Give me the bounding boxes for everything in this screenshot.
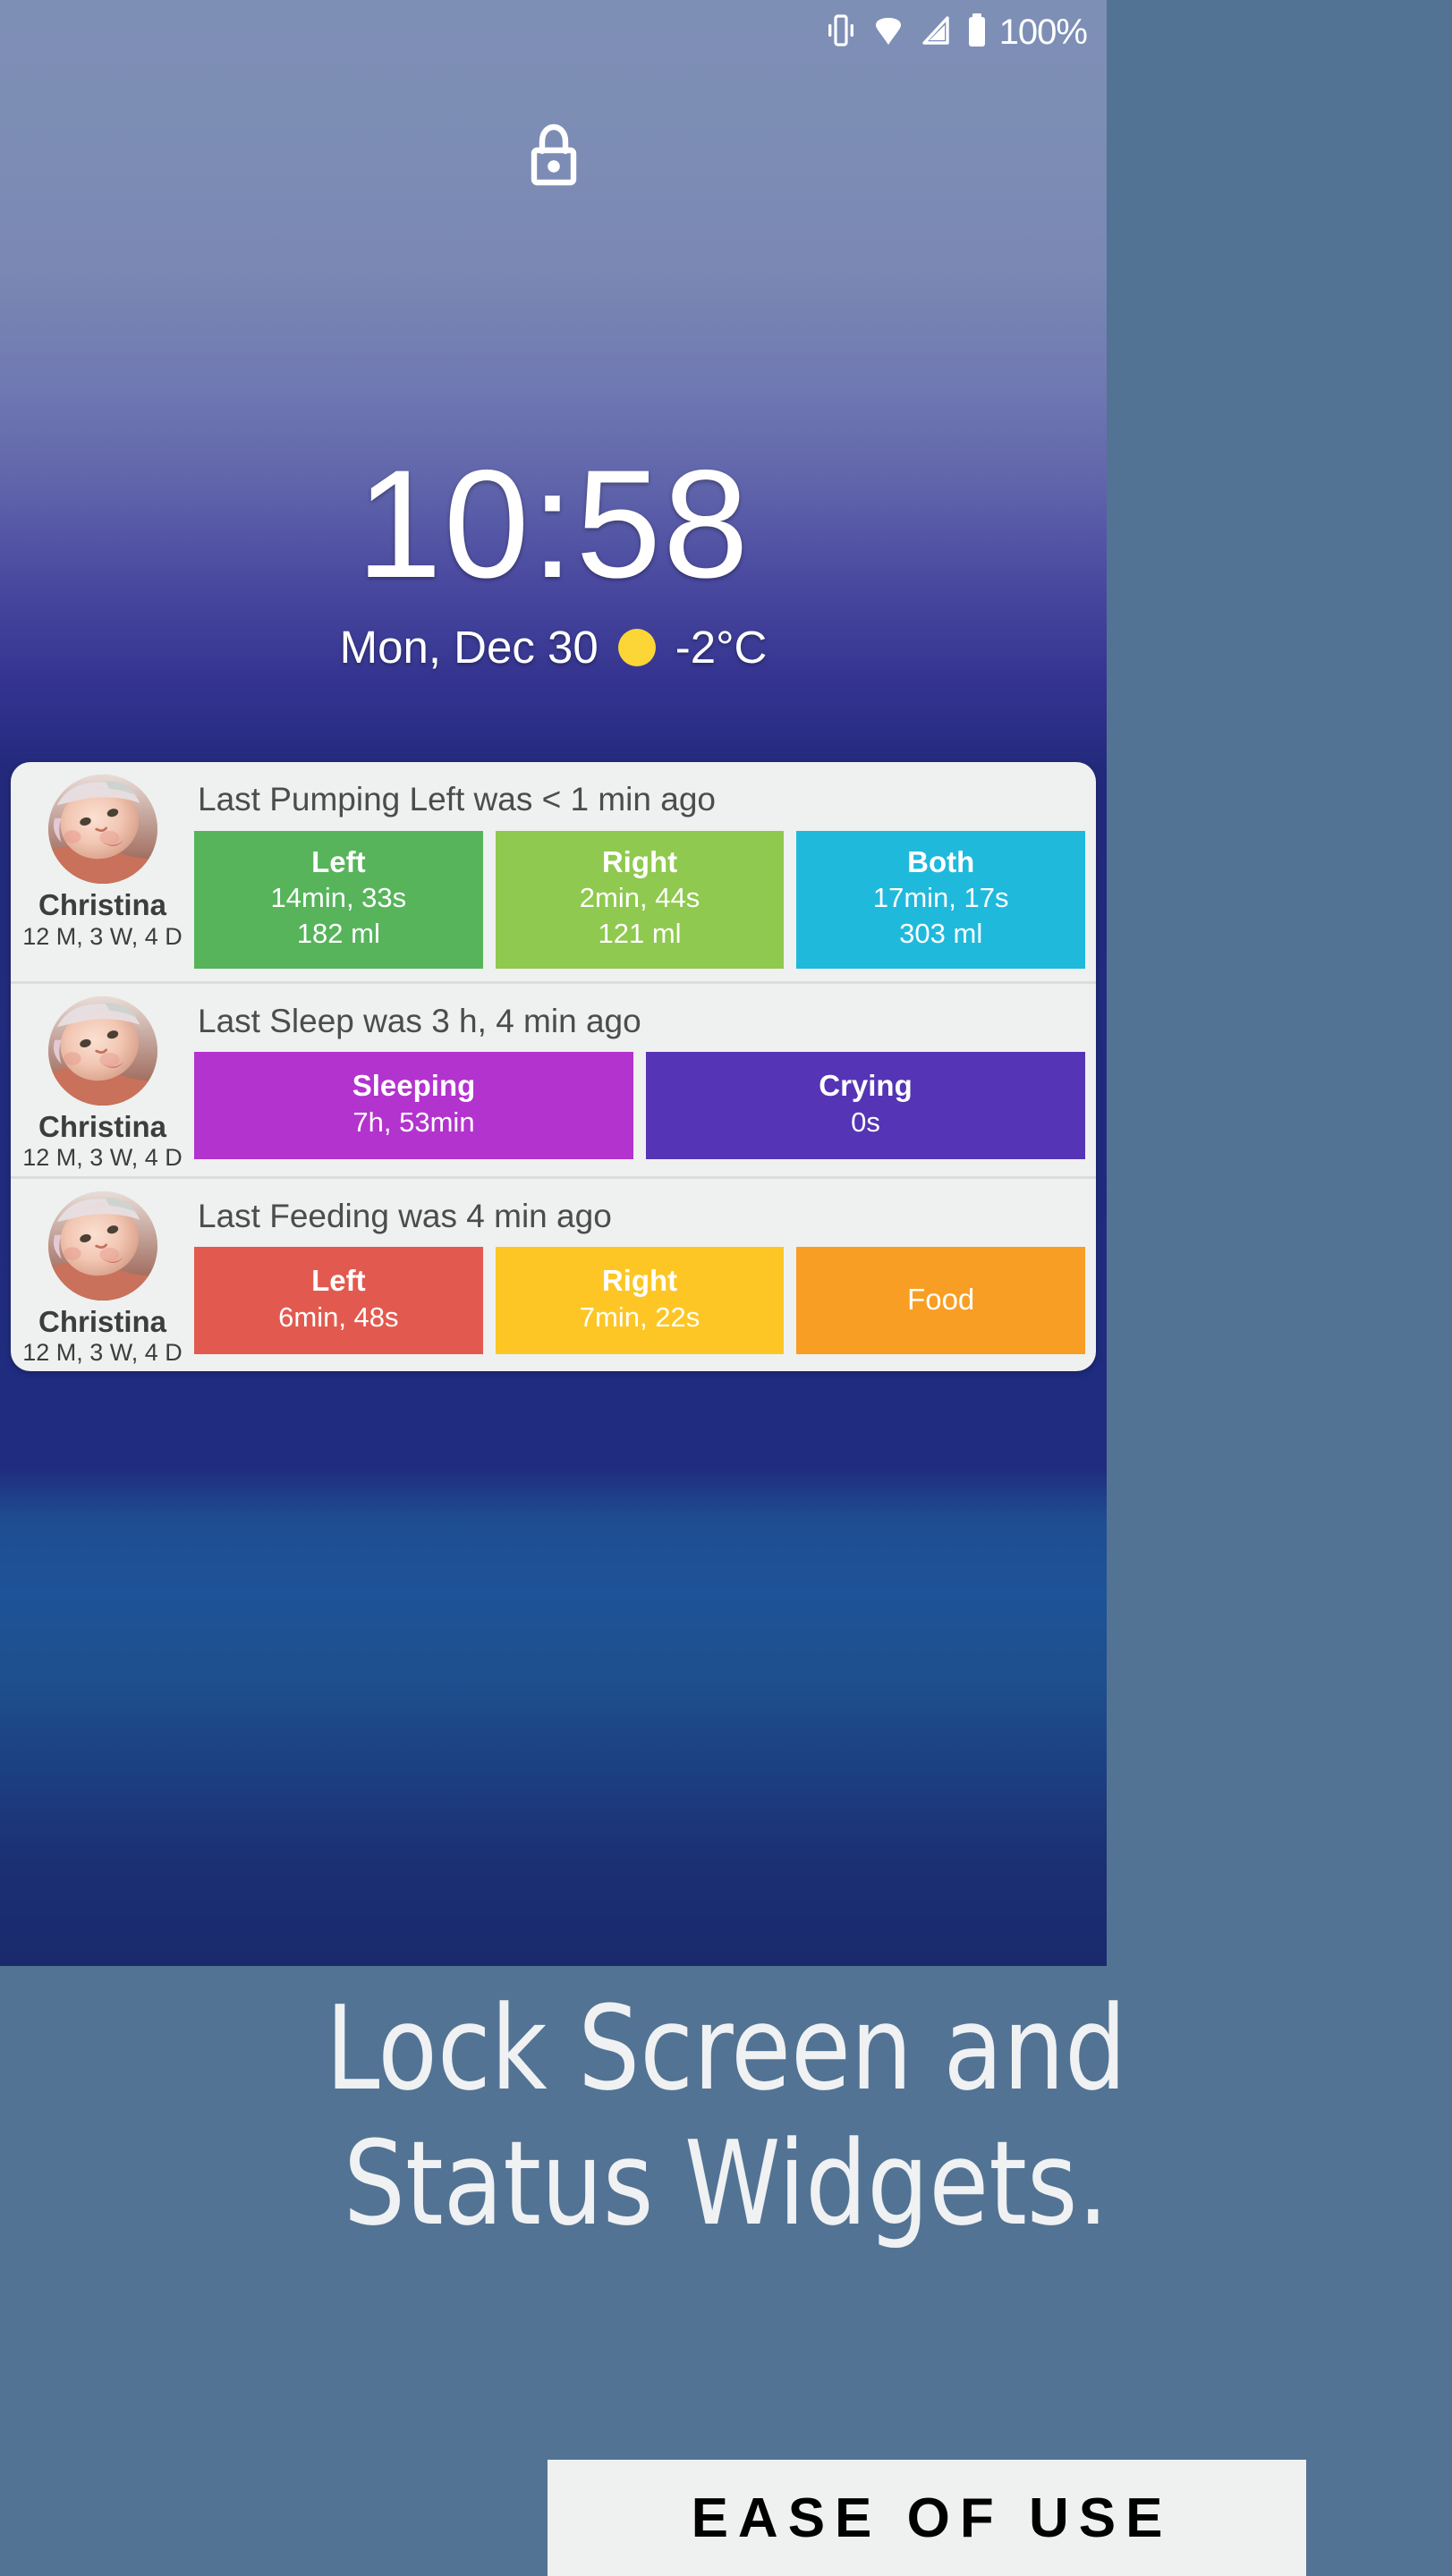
tile-label: Left <box>311 844 366 878</box>
tile-value-secondary: 303 ml <box>899 918 983 950</box>
tile-label: Crying <box>819 1069 913 1103</box>
avatar[interactable] <box>47 775 157 884</box>
widget-tile-group: Sleeping 7h, 53min Crying 0s <box>194 1052 1085 1172</box>
widget-tile[interactable]: Food <box>796 1247 1086 1355</box>
caption-line-2: Status Widgets. <box>343 2114 1109 2251</box>
child-age: 12 M, 3 W, 4 D <box>22 1339 183 1367</box>
clock-area: 10:58 Mon, Dec 30 -2°C <box>0 447 1107 674</box>
ease-of-use-badge: EASE OF USE <box>548 2460 1306 2576</box>
status-bar: 100% <box>0 0 1107 64</box>
widget-row-title: Last Pumping Left was < 1 min ago <box>198 781 716 818</box>
tile-value-secondary: 182 ml <box>296 918 380 950</box>
widget-row[interactable]: Christina 12 M, 3 W, 4 D Last Sleep was 3 … <box>11 980 1096 1176</box>
child-summary[interactable]: Christina 12 M, 3 W, 4 D <box>11 762 194 981</box>
widget-row-body: Last Sleep was 3 h, 4 min ago Sleeping 7h,… <box>194 984 1096 1176</box>
widget-row-body: Last Pumping Left was < 1 min ago Left 14m… <box>194 762 1096 981</box>
baby-tracker-widget-card[interactable]: Christina 12 M, 3 W, 4 D Last Pumping Left… <box>11 762 1096 1371</box>
widget-row-title: Last Feeding was 4 min ago <box>198 1197 612 1234</box>
tile-value-secondary: 121 ml <box>598 918 682 950</box>
tile-label: Both <box>907 844 975 878</box>
tile-value-primary: 17min, 17s <box>872 881 1009 913</box>
sun-icon <box>617 628 656 666</box>
avatar[interactable] <box>47 996 157 1106</box>
widget-tile[interactable]: Sleeping 7h, 53min <box>194 1052 633 1160</box>
clock-date-weather: Mon, Dec 30 -2°C <box>0 621 1107 674</box>
widget-tile-group: Left 6min, 48s Right 7min, 22s Food <box>194 1247 1086 1367</box>
widget-row[interactable]: Christina 12 M, 3 W, 4 D Last Feeding was … <box>11 1175 1096 1371</box>
tile-value-primary: 7h, 53min <box>352 1106 475 1138</box>
tile-value-primary: 0s <box>851 1106 880 1138</box>
battery-percent-label: 100% <box>998 13 1088 52</box>
child-name: Christina <box>38 1304 167 1338</box>
clock-date-label: Mon, Dec 30 <box>339 622 599 673</box>
vibrate-icon <box>826 13 856 53</box>
widget-row-title: Last Sleep was 3 h, 4 min ago <box>198 1002 641 1039</box>
widget-tile-group: Left 14min, 33s 182 ml Right 2min, 44s 121 ml… <box>194 830 1086 981</box>
child-name: Christina <box>38 1109 167 1143</box>
tile-label: Sleeping <box>352 1069 476 1103</box>
avatar[interactable] <box>47 1191 157 1301</box>
widget-tile[interactable]: Left 14min, 33s 182 ml <box>194 830 483 969</box>
tile-label: Right <box>601 844 678 878</box>
cell-signal-icon <box>921 13 951 53</box>
child-summary[interactable]: Christina 12 M, 3 W, 4 D <box>11 984 194 1176</box>
tile-label: Left <box>311 1264 366 1298</box>
promo-caption: Lock Screen and Status Widgets. <box>0 1981 1452 2251</box>
clock-time: 10:58 <box>356 438 751 610</box>
tile-label: Right <box>601 1264 678 1298</box>
widget-tile[interactable]: Crying 0s <box>646 1052 1085 1160</box>
child-age: 12 M, 3 W, 4 D <box>22 1144 183 1172</box>
tile-value-primary: 7min, 22s <box>579 1301 701 1333</box>
widget-row[interactable]: Christina 12 M, 3 W, 4 D Last Pumping Left… <box>11 762 1096 981</box>
child-name: Christina <box>38 888 167 921</box>
phone-screen: 100% 10:58 Mon, Dec 30 -2°C Christina 12… <box>0 0 1107 1966</box>
widget-row-body: Last Feeding was 4 min ago Left 6min, 48s R… <box>194 1179 1096 1371</box>
tile-value-primary: 14min, 33s <box>270 881 407 913</box>
lock-icon <box>526 121 582 193</box>
battery-icon <box>965 12 989 54</box>
ease-of-use-label: EASE OF USE <box>691 2487 1173 2549</box>
tile-label: Food <box>907 1282 975 1316</box>
widget-tile[interactable]: Right 2min, 44s 121 ml <box>495 830 785 969</box>
caption-line-1: Lock Screen and <box>325 1980 1127 2116</box>
widget-tile[interactable]: Right 7min, 22s <box>495 1247 785 1355</box>
wifi-icon <box>870 13 906 53</box>
tile-value-primary: 6min, 48s <box>278 1301 399 1333</box>
tile-value-primary: 2min, 44s <box>579 881 701 913</box>
lock-icon-wrapper <box>0 121 1107 193</box>
child-summary[interactable]: Christina 12 M, 3 W, 4 D <box>11 1179 194 1371</box>
child-age: 12 M, 3 W, 4 D <box>22 922 183 950</box>
widget-tile[interactable]: Both 17min, 17s 303 ml <box>796 830 1086 969</box>
widget-tile[interactable]: Left 6min, 48s <box>194 1247 483 1355</box>
temperature-label: -2°C <box>675 622 768 673</box>
